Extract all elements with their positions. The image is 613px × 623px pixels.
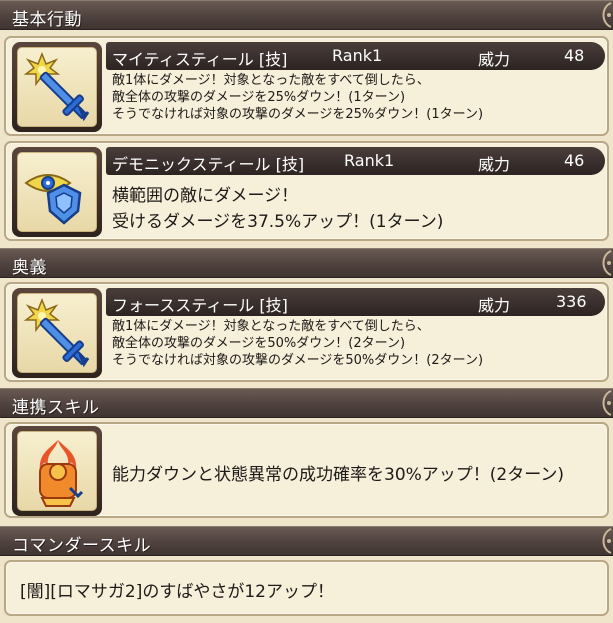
skill-rank: Rank1 (332, 46, 383, 65)
description-line: そうでなければ対象の攻撃のダメージを50%ダウン！(2ターン) (112, 353, 484, 368)
skill-card-force-steal[interactable]: フォーススティール [技] 威力 336 敵1体にダメージ！対象となった敵をすべ… (4, 282, 609, 382)
description-line: そうでなければ対象の攻撃のダメージを25%ダウン！(1ターン) (112, 107, 484, 122)
commander-skill-card[interactable]: [闇][ロマサガ2]のすばやさが12アップ！ (4, 560, 609, 616)
skill-description: 横範囲の敵にダメージ！ 受けるダメージを37.5%アップ！(1ターン) (112, 183, 443, 235)
scroll-ornament-icon (602, 2, 612, 28)
skill-rank: Rank1 (344, 151, 395, 170)
description-line: 敵1体にダメージ！対象となった敵をすべて倒したら、 (112, 319, 430, 334)
skill-icon-frame (12, 147, 102, 237)
section-header-renkei: 連携スキル (0, 388, 613, 418)
renkei-skill-description: 能力ダウンと状態異常の成功確率を30%アップ！(2ターン) (112, 465, 565, 485)
skill-description: 敵1体にダメージ！対象となった敵をすべて倒したら、 敵全体の攻撃のダメージを50… (112, 318, 483, 369)
power-label: 威力 (478, 50, 511, 69)
renkei-skill-card[interactable]: 能力ダウンと状態異常の成功確率を30%アップ！(2ターン) (4, 422, 609, 518)
commander-skill-description: [闇][ロマサガ2]のすばやさが12アップ！ (20, 582, 334, 602)
section-title: 奥義 (12, 258, 47, 278)
skill-title-bar: マイティスティール [技] Rank1 威力 48 (106, 42, 605, 70)
skill-icon-frame (12, 426, 102, 516)
sword-burst-icon (17, 293, 97, 373)
power-value: 46 (564, 151, 585, 170)
skill-title-bar: デモニックスティール [技] Rank1 威力 46 (106, 147, 605, 175)
skill-icon-frame (12, 42, 102, 132)
skill-icon-frame (12, 288, 102, 378)
section-title: 連携スキル (12, 398, 100, 418)
section-header-commander: コマンダースキル (0, 526, 613, 556)
scroll-ornament-icon (602, 528, 612, 554)
skill-name: デモニックスティール [技] (112, 155, 305, 174)
power-value: 336 (556, 292, 587, 311)
power-label: 威力 (478, 296, 511, 315)
description-line: 横範囲の敵にダメージ！ (112, 186, 299, 206)
power-value: 48 (564, 46, 585, 65)
section-header-ougi: 奥義 (0, 248, 613, 278)
scroll-ornament-icon (602, 250, 612, 276)
sword-burst-icon (17, 47, 97, 127)
skill-card-mighty-steal[interactable]: マイティスティール [技] Rank1 威力 48 敵1体にダメージ！対象となっ… (4, 36, 609, 136)
description-line: 敵1体にダメージ！対象となった敵をすべて倒したら、 (112, 73, 430, 88)
eye-shield-icon (17, 152, 97, 232)
section-title: 基本行動 (12, 10, 82, 30)
description-line: 受けるダメージを37.5%アップ！(1ターン) (112, 212, 444, 232)
section-header-basic-actions: 基本行動 (0, 0, 613, 30)
scroll-ornament-icon (602, 390, 612, 416)
description-line: 敵全体の攻撃のダメージを25%ダウン！(1ターン) (112, 90, 406, 105)
skill-description: 敵1体にダメージ！対象となった敵をすべて倒したら、 敵全体の攻撃のダメージを25… (112, 72, 483, 123)
skill-name: フォーススティール [技] (112, 296, 288, 315)
description-line: 敵全体の攻撃のダメージを50%ダウン！(2ターン) (112, 336, 406, 351)
flame-hand-icon (17, 431, 97, 511)
skill-card-demonic-steal[interactable]: デモニックスティール [技] Rank1 威力 46 横範囲の敵にダメージ！ 受… (4, 141, 609, 241)
power-label: 威力 (478, 155, 511, 174)
skill-name: マイティスティール [技] (112, 50, 288, 69)
skill-title-bar: フォーススティール [技] 威力 336 (106, 288, 605, 316)
section-title: コマンダースキル (12, 536, 152, 556)
skill-list-panel: 基本行動 マイティスティール [技] Rank1 威力 48 敵1体にダメージ！… (0, 0, 613, 623)
